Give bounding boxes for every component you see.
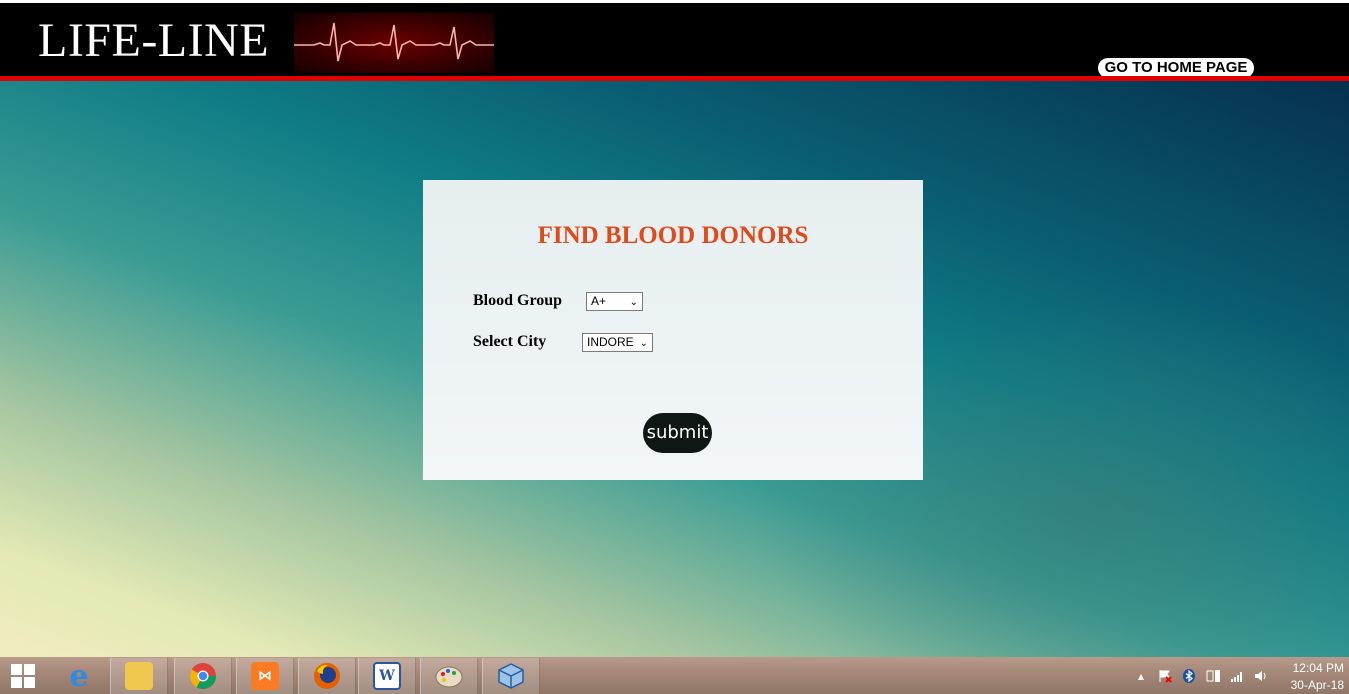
- internet-explorer-icon[interactable]: e: [50, 658, 108, 694]
- go-to-home-page-button[interactable]: GO TO HOME PAGE: [1098, 58, 1254, 78]
- city-value: INDORE: [587, 335, 634, 349]
- blood-group-select[interactable]: A+ ⌄: [586, 292, 643, 311]
- firefox-icon[interactable]: [298, 658, 356, 694]
- blood-group-value: A+: [591, 294, 607, 308]
- blood-group-label: Blood Group: [473, 292, 563, 309]
- city-label: Select City: [473, 333, 547, 350]
- chrome-icon[interactable]: [174, 658, 232, 694]
- city-select[interactable]: INDORE ⌄: [582, 333, 653, 352]
- bluetooth-icon[interactable]: [1182, 669, 1196, 683]
- word-icon[interactable]: W: [358, 658, 416, 694]
- submit-button[interactable]: submit: [643, 413, 712, 453]
- clock-time[interactable]: 12:04 PM: [1288, 661, 1344, 675]
- site-header: LIFE-LINE GO TO HOME PAGE: [0, 3, 1349, 78]
- form-title: FIND BLOOD DONORS: [537, 222, 809, 249]
- paint-icon[interactable]: [420, 658, 478, 694]
- site-title: LIFE-LINE: [38, 14, 270, 67]
- file-explorer-icon[interactable]: [110, 658, 168, 694]
- xampp-icon[interactable]: ⋈: [236, 658, 294, 694]
- network-signal-icon[interactable]: [1230, 669, 1244, 683]
- find-donors-form: FIND BLOOD DONORS Blood Group A+ ⌄ Selec…: [423, 180, 923, 480]
- chevron-down-icon: ⌄: [639, 338, 648, 349]
- taskbar: e ⋈ W ▴ 12:04 PM 30-Apr-18: [0, 657, 1349, 694]
- power-icon[interactable]: [1206, 669, 1220, 683]
- clock-date[interactable]: 30-Apr-18: [1282, 678, 1344, 692]
- ecg-heartbeat-icon: [294, 13, 494, 73]
- show-hidden-icons-icon[interactable]: ▴: [1134, 669, 1148, 683]
- action-center-flag-icon[interactable]: [1158, 669, 1172, 683]
- volume-icon[interactable]: [1254, 669, 1268, 683]
- virtualbox-icon[interactable]: [482, 658, 540, 694]
- windows-start-icon[interactable]: [0, 658, 46, 694]
- chevron-down-icon: ⌄: [629, 297, 638, 308]
